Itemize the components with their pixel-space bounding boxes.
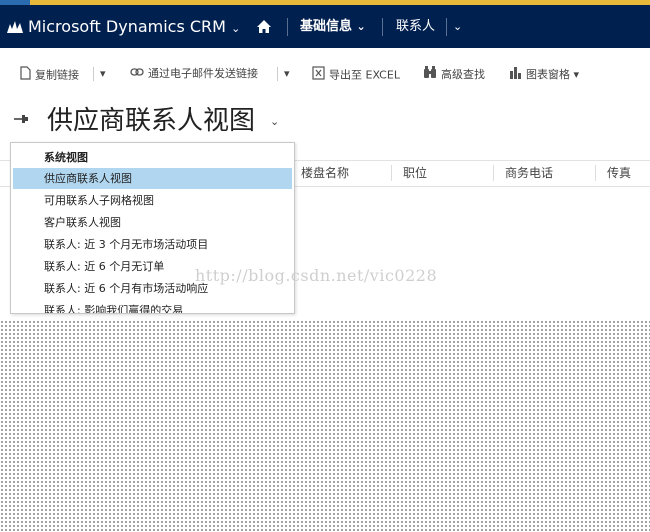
nav-separator [446, 18, 447, 36]
view-menu-item-label: 联系人: 近 6 个月无订单 [44, 260, 165, 273]
command-bar: 复制链接 ▾ 通过电子邮件发送链接 ▾ 导出至 EXCEL 高级查找 图表窗格 … [0, 48, 650, 100]
caret-down-icon: ▾ [100, 67, 106, 80]
bar-chart-icon [509, 66, 522, 84]
view-menu-item[interactable]: 联系人: 影响我们赢得的交易 [13, 300, 292, 314]
chevron-down-icon: ⌄ [356, 20, 366, 33]
view-menu-item[interactable]: 供应商联系人视图 [13, 168, 292, 189]
nav-separator [287, 18, 288, 36]
entity-menu-chevron[interactable]: ⌄ [453, 5, 462, 48]
chevron-down-icon: ⌄ [453, 20, 463, 33]
watermark-text: http://blog.csdn.net/vic0228 [195, 266, 438, 285]
advanced-find-button[interactable]: 高级查找 [423, 66, 485, 82]
email-link-button[interactable]: 通过电子邮件发送链接 [130, 66, 258, 82]
view-menu-item-label: 联系人: 影响我们赢得的交易 [44, 304, 184, 314]
view-title[interactable]: 供应商联系人视图 [47, 104, 255, 138]
export-excel-label: 导出至 EXCEL [329, 68, 400, 82]
caret-down-icon: ▾ [573, 68, 580, 81]
view-menu-item-label: 客户联系人视图 [44, 216, 121, 229]
area-label: 基础信息 [300, 19, 353, 34]
view-menu: 系统视图 供应商联系人视图 可用联系人子网格视图 客户联系人视图 联系人: 近 … [10, 142, 295, 314]
chevron-down-icon: ⌄ [231, 22, 241, 35]
column-header[interactable]: 职位 [403, 161, 427, 186]
view-menu-item-label: 联系人: 近 3 个月无市场活动项目 [44, 238, 209, 251]
copy-link-label: 复制链接 [35, 68, 79, 82]
nav-separator [382, 18, 383, 36]
view-menu-item-label: 供应商联系人视图 [44, 172, 132, 185]
link-icon [130, 66, 144, 82]
chart-pane-label: 图表窗格 [526, 68, 570, 81]
command-separator [277, 67, 278, 81]
entity-nav-item[interactable]: 联系人 [396, 5, 435, 48]
view-menu-item[interactable]: 客户联系人视图 [13, 212, 292, 233]
command-separator [93, 67, 94, 81]
excel-icon [312, 66, 325, 85]
view-menu-item[interactable]: 联系人: 近 3 个月无市场活动项目 [13, 234, 292, 255]
dotted-overlay [0, 320, 650, 532]
binoculars-icon [423, 66, 437, 84]
column-separator [493, 165, 494, 181]
column-header[interactable]: 商务电话 [505, 161, 553, 186]
app-brand-label: Microsoft Dynamics CRM [28, 17, 226, 36]
export-excel-button[interactable]: 导出至 EXCEL [312, 66, 400, 82]
column-header[interactable]: 楼盘名称 [301, 161, 349, 186]
view-menu-item[interactable]: 可用联系人子网格视图 [13, 190, 292, 211]
view-selector: 供应商联系人视图 ⌄ [0, 100, 650, 142]
area-menu[interactable]: 基础信息 ⌄ [300, 5, 366, 48]
top-nav-bar: Microsoft Dynamics CRM ⌄ 基础信息 ⌄ 联系人 ⌄ [0, 5, 650, 48]
column-header[interactable]: 传真 [607, 161, 631, 186]
home-icon[interactable] [256, 5, 274, 48]
copy-link-button[interactable]: 复制链接 [20, 66, 79, 82]
chart-pane-button[interactable]: 图表窗格 ▾ [509, 66, 579, 82]
entity-label: 联系人 [396, 19, 436, 34]
document-icon [20, 66, 31, 85]
pin-icon[interactable] [13, 112, 29, 130]
advanced-find-label: 高级查找 [441, 68, 485, 81]
view-menu-item-label: 可用联系人子网格视图 [44, 194, 154, 207]
caret-down-icon: ▾ [284, 67, 290, 80]
column-separator [595, 165, 596, 181]
view-menu-header: 系统视图 [44, 151, 88, 164]
view-menu-item-label: 联系人: 近 6 个月有市场活动响应 [44, 282, 209, 295]
copy-link-menu-button[interactable]: ▾ [100, 66, 106, 82]
email-link-menu-button[interactable]: ▾ [284, 66, 290, 82]
dynamics-logo-icon [6, 5, 26, 48]
chevron-down-icon[interactable]: ⌄ [270, 115, 279, 128]
app-brand-menu[interactable]: Microsoft Dynamics CRM ⌄ [28, 5, 240, 48]
column-separator [391, 165, 392, 181]
email-link-label: 通过电子邮件发送链接 [148, 67, 258, 80]
